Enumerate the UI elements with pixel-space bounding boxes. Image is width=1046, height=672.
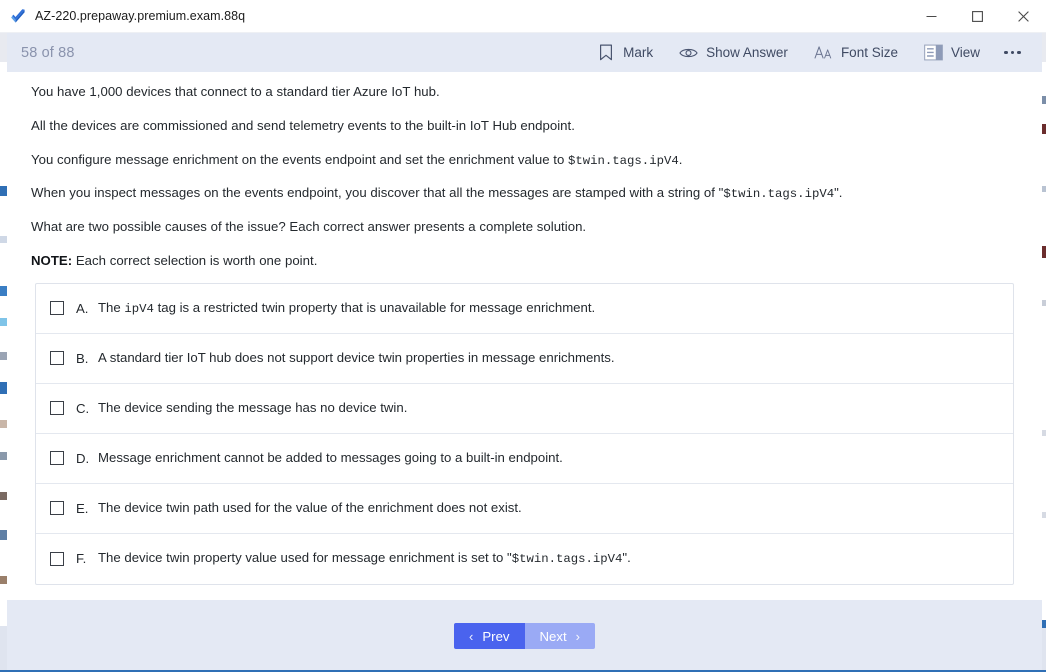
chevron-left-icon: ‹ [469,628,474,644]
option-checkbox-d[interactable] [50,451,64,466]
background-window-sliver-right [1042,0,1046,672]
option-text: The device twin property value used for … [98,550,631,567]
toolbar: 58 of 88 Mark Show Answer Font Size View [7,33,1042,72]
bookmark-icon [596,43,615,62]
option-text: The device twin path used for the value … [98,499,522,515]
close-icon[interactable] [1000,0,1046,33]
next-button[interactable]: Next › [524,623,595,649]
option-text: A standard tier IoT hub does not support… [98,349,615,365]
font-size-button-label: Font Size [840,44,898,60]
inline-code: $twin.tags.ipV4 [568,153,679,168]
window-controls [908,0,1046,33]
maximize-icon[interactable] [954,0,1000,33]
inline-code: $twin.tags.ipV4 [511,552,623,567]
option-letter: A. [76,300,89,316]
option-row[interactable]: B. A standard tier IoT hub does not supp… [36,334,1013,384]
footer-navigation: ‹ Prev Next › [7,600,1042,672]
option-letter: C. [76,400,90,416]
title-bar-left: AZ-220.prepaway.premium.exam.88q [0,8,908,25]
option-row[interactable]: E. The device twin path used for the val… [36,484,1013,534]
show-answer-button-label: Show Answer [706,44,788,60]
question-paragraph: You configure message enrichment on the … [31,151,683,168]
option-checkbox-b[interactable] [50,351,64,366]
nav-button-group: ‹ Prev Next › [454,623,595,649]
option-text: The ipV4 tag is a restricted twin proper… [98,299,596,316]
inline-code: $twin.tags.ipV4 [723,187,835,202]
question-paragraph: All the devices are commissioned and sen… [31,117,575,133]
option-letter: F. [76,551,87,567]
option-row[interactable]: A. The ipV4 tag is a restricted twin pro… [36,284,1013,334]
title-bar: AZ-220.prepaway.premium.exam.88q [0,0,1046,33]
note-label: NOTE: [31,252,73,268]
background-window-sliver-left [0,0,7,672]
minimize-icon[interactable] [908,0,954,33]
option-row[interactable]: D. Message enrichment cannot be added to… [36,434,1013,484]
window-title: AZ-220.prepaway.premium.exam.88q [35,9,246,23]
view-button-label: View [950,44,980,60]
option-checkbox-e[interactable] [50,501,64,516]
question-paragraph: What are two possible causes of the issu… [31,219,587,234]
answer-options-list: A. The ipV4 tag is a restricted twin pro… [35,282,1014,585]
prev-button[interactable]: ‹ Prev [454,623,525,649]
next-button-label: Next [539,628,567,644]
option-checkbox-a[interactable] [50,301,64,316]
font-size-icon [814,43,833,62]
prev-button-label: Prev [482,628,510,644]
page-counter: 58 of 88 [21,44,75,61]
option-letter: D. [76,450,90,466]
view-button[interactable]: View [911,33,993,72]
mark-button-label: Mark [623,44,654,60]
font-size-button[interactable]: Font Size [801,33,911,72]
question-paragraph: You have 1,000 devices that connect to a… [31,84,440,99]
exam-viewer-window: AZ-220.prepaway.premium.exam.88q 58 of 8… [0,0,1046,672]
option-row[interactable]: F. The device twin property value used f… [36,534,1013,584]
option-letter: B. [76,350,89,366]
layout-panel-icon [924,43,943,62]
option-text: Message enrichment cannot be added to me… [98,449,563,465]
ellipsis-icon [1003,43,1022,62]
question-note: NOTE: Each correct selection is worth on… [31,253,1018,269]
option-row[interactable]: C. The device sending the message has no… [36,384,1013,434]
chevron-right-icon: › [575,628,580,644]
question-stem: You have 1,000 devices that connect to a… [7,72,1042,269]
mark-button[interactable]: Mark [583,33,666,72]
option-text: The device sending the message has no de… [98,399,408,415]
eye-icon [679,43,698,62]
option-checkbox-c[interactable] [50,401,64,416]
question-paragraph: When you inspect messages on the events … [31,185,843,202]
more-options-button[interactable] [993,33,1038,72]
note-text: Each correct selection is worth one poin… [72,252,318,268]
question-content: You have 1,000 devices that connect to a… [7,72,1042,600]
inline-code: ipV4 [124,301,154,316]
blue-checkmark-icon [10,8,27,25]
show-answer-button[interactable]: Show Answer [666,33,801,72]
option-checkbox-f[interactable] [50,551,64,566]
option-letter: E. [76,500,89,516]
